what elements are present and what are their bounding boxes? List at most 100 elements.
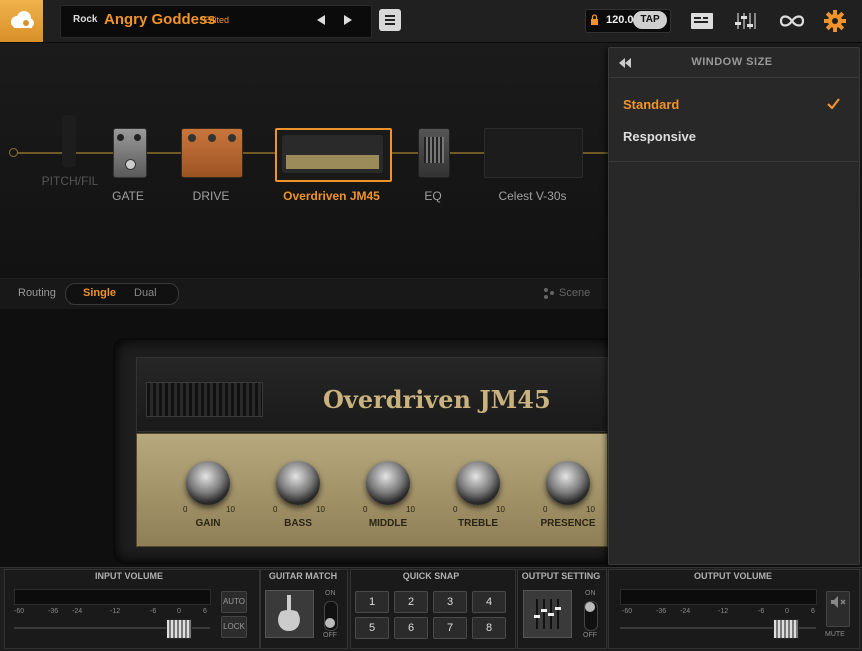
chain-item-gate-label: GATE xyxy=(112,189,144,203)
mute-label: MUTE xyxy=(825,631,845,638)
treble-knob[interactable] xyxy=(456,461,500,505)
middle-knob-max: 10 xyxy=(406,505,415,514)
output-scale-tick: 0 xyxy=(785,608,789,615)
check-icon xyxy=(827,98,840,109)
bass-knob-min: 0 xyxy=(273,505,278,514)
output-volume-title: OUTPUT VOLUME xyxy=(694,571,772,581)
cloud-logo-icon xyxy=(11,11,34,28)
input-scale-tick: -60 xyxy=(14,608,25,615)
window-size-option-standard-label: Standard xyxy=(623,97,680,112)
gate-pedal[interactable] xyxy=(113,128,147,178)
bpm-value[interactable]: 120.0 xyxy=(606,14,634,26)
quick-snap-button-1[interactable]: 1 xyxy=(355,591,389,613)
quick-snap-button-5[interactable]: 5 xyxy=(355,617,389,639)
middle-knob[interactable] xyxy=(366,461,410,505)
quick-snap-button-6[interactable]: 6 xyxy=(394,617,428,639)
amp-vent-grill xyxy=(146,382,263,417)
output-setting-button[interactable] xyxy=(523,590,572,638)
output-setting-off-label: OFF xyxy=(583,632,597,639)
input-scale-tick: -24 xyxy=(72,608,83,615)
output-scale-tick: -6 xyxy=(758,608,765,615)
lock-button[interactable]: LOCK xyxy=(221,616,247,638)
quick-snap-title: QUICK SNAP xyxy=(402,571,460,581)
triangle-right-icon[interactable] xyxy=(343,15,353,25)
mute-button[interactable] xyxy=(826,591,850,627)
guitar-match-toggle[interactable] xyxy=(324,601,338,631)
output-setting-title: OUTPUT SETTING xyxy=(521,571,601,581)
guitar-match-off-label: OFF xyxy=(323,632,337,639)
routing-option-dual[interactable]: Dual xyxy=(134,287,157,299)
quick-snap-button-2[interactable]: 2 xyxy=(394,591,428,613)
treble-knob-max: 10 xyxy=(496,505,505,514)
lock-icon[interactable] xyxy=(590,14,599,25)
chain-item-pitch-filter-label: PITCH/FIL xyxy=(41,174,99,188)
output-scale-tick: -36 xyxy=(656,608,667,615)
output-scale-tick: 6 xyxy=(811,608,815,615)
pitch-filter-slot[interactable] xyxy=(62,115,76,167)
preset-name[interactable]: Angry Goddess xyxy=(104,11,216,28)
input-scale-tick: -12 xyxy=(110,608,121,615)
auto-button[interactable]: AUTO xyxy=(221,591,247,613)
eq-pedal[interactable] xyxy=(418,128,450,178)
quick-snap-button-8[interactable]: 8 xyxy=(472,617,506,639)
gain-knob[interactable] xyxy=(186,461,230,505)
presence-knob-min: 0 xyxy=(543,505,548,514)
gain-knob-label: GAIN xyxy=(195,518,221,529)
quick-snap-button-4[interactable]: 4 xyxy=(472,591,506,613)
output-volume-fader[interactable] xyxy=(773,619,799,639)
output-scale-tick: -12 xyxy=(718,608,729,615)
drive-pedal[interactable] xyxy=(181,128,243,178)
triangle-left-icon[interactable] xyxy=(316,15,326,25)
guitar-icon xyxy=(278,595,300,631)
input-scale-tick: -6 xyxy=(150,608,157,615)
scene-label[interactable]: Scene xyxy=(559,287,590,299)
treble-knob-label: TREBLE xyxy=(458,518,498,529)
middle-knob-label: MIDDLE xyxy=(368,518,408,529)
output-scale-tick: -24 xyxy=(680,608,691,615)
guitar-match-button[interactable] xyxy=(265,590,314,638)
gear-icon[interactable] xyxy=(824,10,846,32)
guitar-match-title: GUITAR MATCH xyxy=(268,571,338,581)
output-scale-tick: -60 xyxy=(622,608,633,615)
input-level-meter xyxy=(14,589,211,605)
guitar-match-on-label: ON xyxy=(325,590,336,597)
chain-item-amp-label: Overdriven JM45 xyxy=(283,189,380,203)
presence-knob-max: 10 xyxy=(586,505,595,514)
tap-tempo-button[interactable]: TAP xyxy=(633,11,667,29)
chain-item-drive-label: DRIVE xyxy=(192,189,230,203)
presence-knob[interactable] xyxy=(546,461,590,505)
list-icon xyxy=(385,15,395,25)
amp-module-selected[interactable] xyxy=(275,128,392,182)
input-scale-tick: -36 xyxy=(48,608,59,615)
scene-icon xyxy=(544,288,554,299)
infinity-icon[interactable] xyxy=(778,13,806,29)
screen-icon[interactable] xyxy=(690,11,714,31)
bass-knob-label: BASS xyxy=(284,518,312,529)
routing-option-single[interactable]: Single xyxy=(83,287,116,299)
chain-item-cabinet-label: Celest V-30s xyxy=(498,189,567,203)
quick-snap-button-7[interactable]: 7 xyxy=(433,617,467,639)
sliders-icon xyxy=(534,599,561,629)
output-setting-on-label: ON xyxy=(585,590,596,597)
quick-snap-button-3[interactable]: 3 xyxy=(433,591,467,613)
preset-menu-button[interactable] xyxy=(379,9,401,31)
edited-tag: *Edited xyxy=(200,15,230,25)
chain-item-eq-label: EQ xyxy=(424,189,442,203)
input-volume-fader[interactable] xyxy=(166,619,192,639)
routing-label: Routing xyxy=(18,287,56,299)
sliders-icon[interactable] xyxy=(735,10,757,32)
bass-knob-max: 10 xyxy=(316,505,325,514)
treble-knob-min: 0 xyxy=(453,505,458,514)
cabinet-module[interactable] xyxy=(484,128,583,178)
output-level-meter xyxy=(620,589,817,605)
amp-title: Overdriven JM45 xyxy=(323,385,551,414)
output-volume-section xyxy=(608,569,860,649)
middle-knob-min: 0 xyxy=(363,505,368,514)
bass-knob[interactable] xyxy=(276,461,320,505)
output-setting-toggle[interactable] xyxy=(584,601,598,631)
input-scale-tick: 6 xyxy=(203,608,207,615)
presence-knob-label: PRESENCE xyxy=(540,518,596,529)
app-logo[interactable] xyxy=(0,0,43,42)
gain-knob-min: 0 xyxy=(183,505,188,514)
speaker-mute-icon xyxy=(831,596,846,608)
